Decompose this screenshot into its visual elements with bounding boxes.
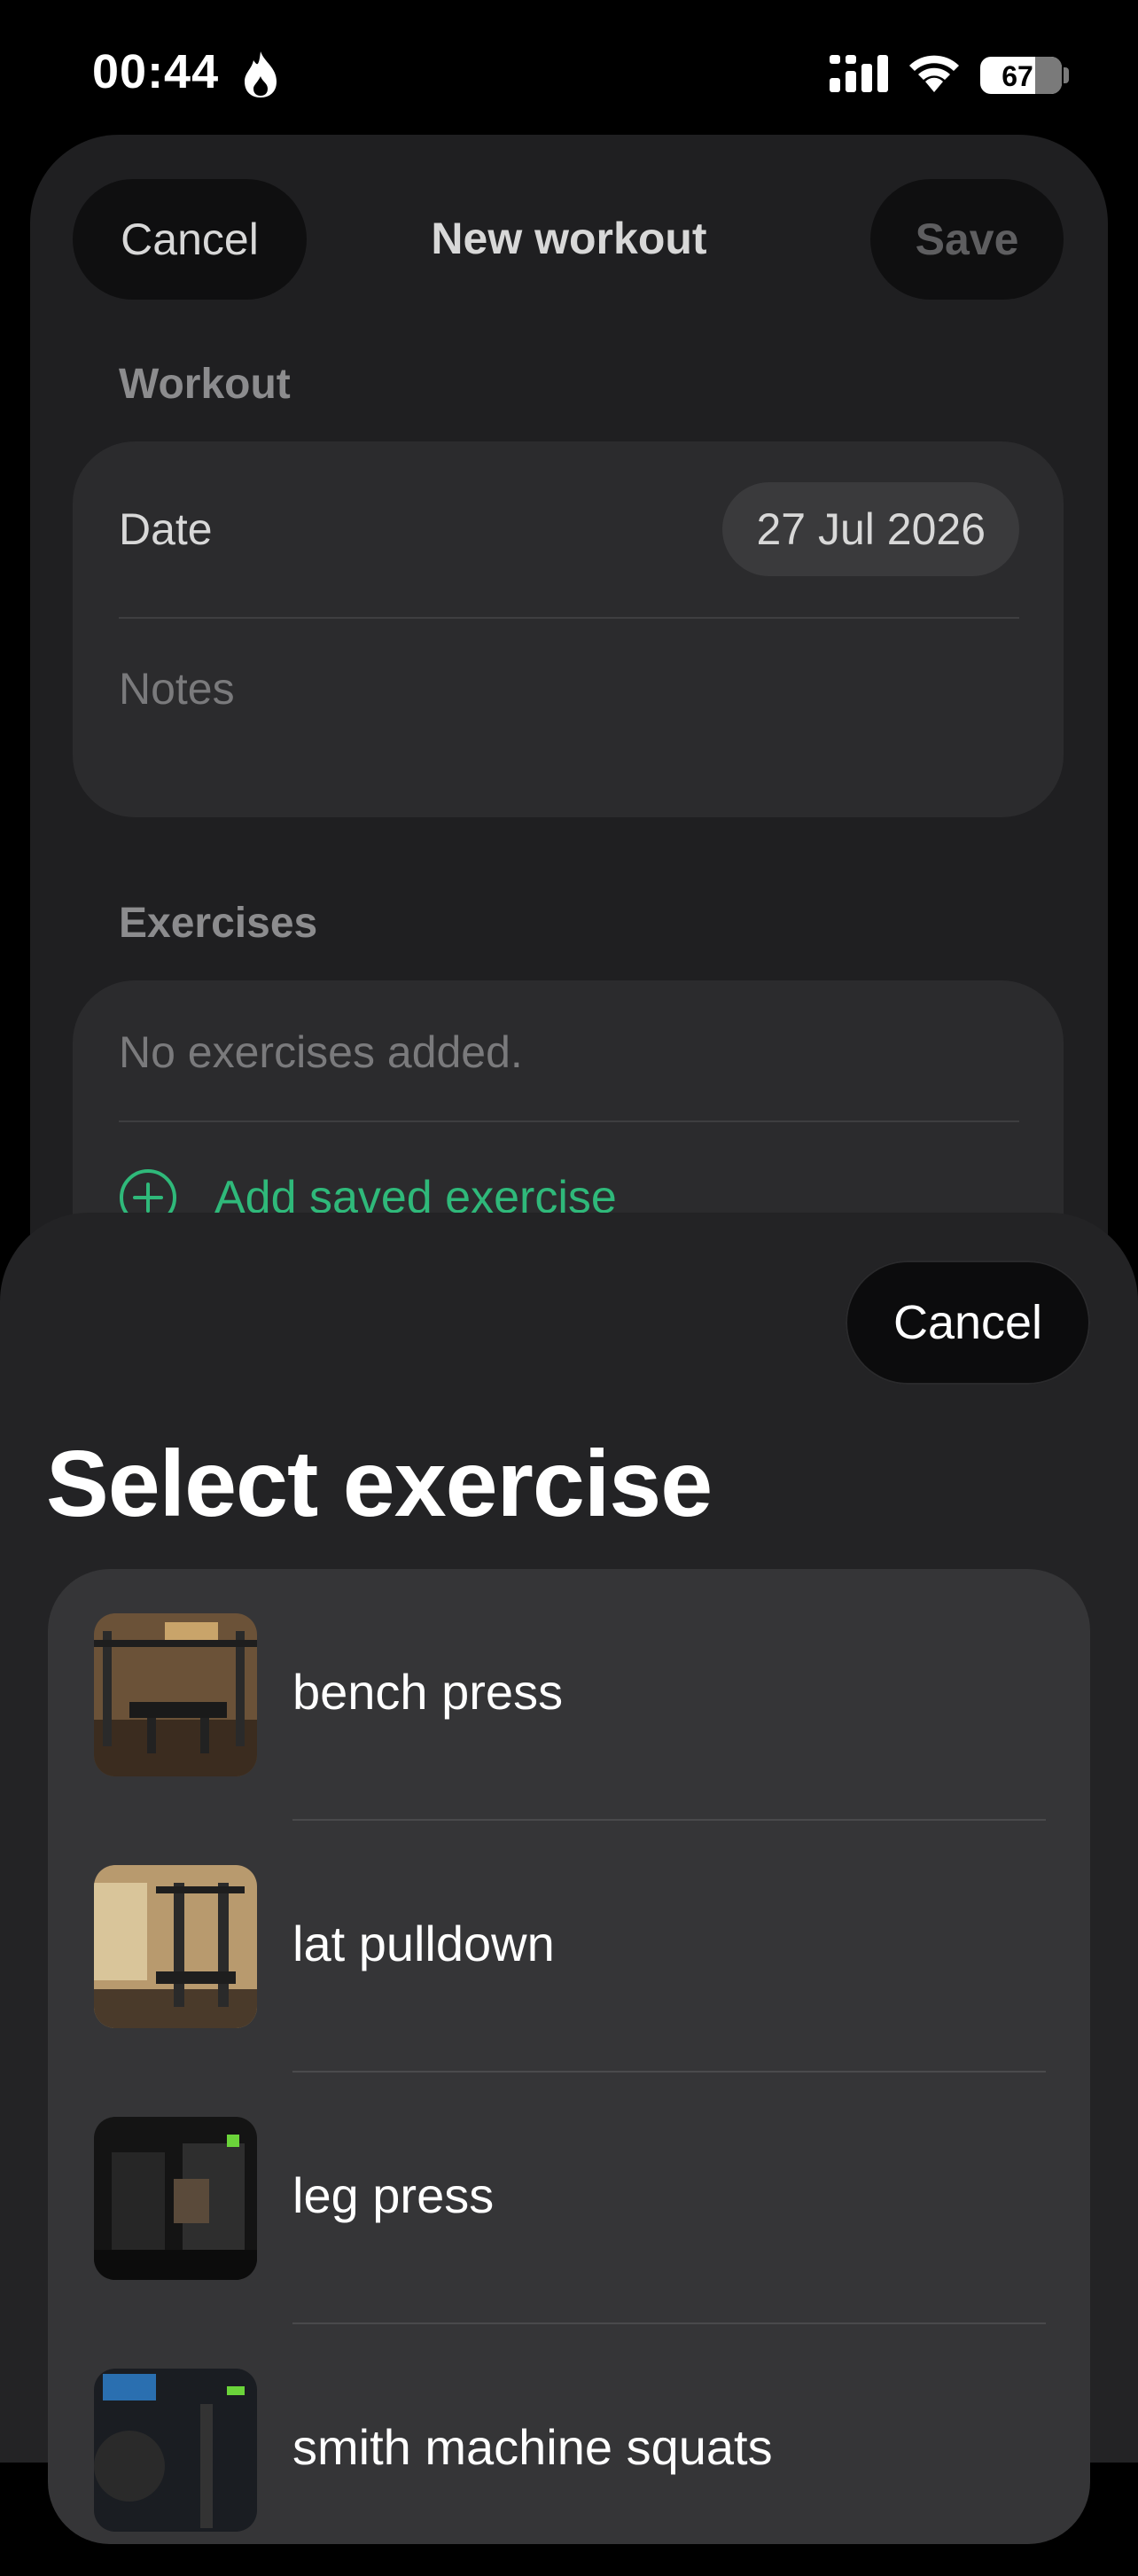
- exercise-label: smith machine squats: [292, 2419, 773, 2475]
- save-button[interactable]: Save: [870, 179, 1064, 300]
- notes-field[interactable]: Notes: [119, 663, 235, 714]
- status-time: 00:44: [92, 45, 220, 98]
- exercise-label: lat pulldown: [292, 1916, 555, 1971]
- exercise-label: bench press: [292, 1664, 564, 1720]
- exercise-item-smith-machine-squats[interactable]: smith machine squats: [48, 2324, 1090, 2576]
- workout-section-label: Workout: [119, 361, 291, 408]
- exercise-item-leg-press[interactable]: leg press: [48, 2073, 1090, 2324]
- date-label: Date: [119, 504, 213, 554]
- battery-tip: [1064, 67, 1069, 83]
- exercises-section-label: Exercises: [119, 900, 318, 947]
- cellular-signal-icon: [830, 55, 888, 92]
- flame-icon: [245, 51, 277, 98]
- divider: [119, 617, 1019, 619]
- select-exercise-title: Select exercise: [46, 1432, 713, 1536]
- status-bar: 00:44 67: [0, 0, 1138, 133]
- exercise-list: bench press lat pulldown leg press smith…: [48, 1569, 1090, 2544]
- exercise-thumbnail: [94, 2117, 257, 2280]
- battery-percent: 67: [1002, 60, 1033, 92]
- exercise-item-bench-press[interactable]: bench press: [48, 1569, 1090, 1821]
- divider: [119, 1120, 1019, 1122]
- wifi-icon: [909, 55, 959, 92]
- select-exercise-cancel-button[interactable]: Cancel: [846, 1261, 1090, 1385]
- workout-card: Date 27 Jul 2026 Notes: [73, 441, 1064, 817]
- empty-exercises-text: No exercises added.: [119, 1027, 523, 1077]
- battery-icon: 67: [980, 57, 1062, 94]
- exercise-thumbnail: [94, 1865, 257, 2028]
- exercise-item-lat-pulldown[interactable]: lat pulldown: [48, 1821, 1090, 2073]
- exercise-label: leg press: [292, 2167, 495, 2223]
- exercise-thumbnail: [94, 1613, 257, 1776]
- exercise-thumbnail: [94, 2369, 257, 2532]
- date-picker[interactable]: 27 Jul 2026: [722, 482, 1019, 576]
